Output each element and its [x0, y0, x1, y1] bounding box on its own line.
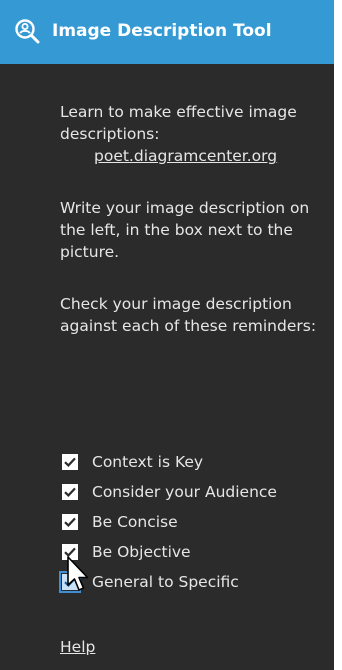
- reminder-label: General to Specific: [92, 573, 239, 591]
- check-icon: [62, 514, 78, 530]
- reminder-label: Consider your Audience: [92, 483, 277, 501]
- reminder-general-to-specific[interactable]: General to Specific: [59, 567, 324, 597]
- reminder-be-concise[interactable]: Be Concise: [62, 507, 324, 537]
- image-description-tool-panel: Image Description Tool Learn to make eff…: [0, 0, 334, 670]
- check-icon: [62, 484, 78, 500]
- instructions: Learn to make effective image descriptio…: [60, 101, 322, 337]
- reminder-label: Be Concise: [92, 513, 178, 531]
- learn-text: Learn to make effective image descriptio…: [60, 103, 297, 143]
- checkbox-be-concise[interactable]: [62, 514, 78, 530]
- check-icon: [62, 454, 78, 470]
- reminder-checklist: Context is Key Consider your Audience Be…: [59, 447, 324, 597]
- link-line: poet.diagramcenter.org: [60, 145, 322, 167]
- help-link[interactable]: Help: [60, 638, 95, 656]
- panel-title: Image Description Tool: [52, 21, 272, 41]
- checkbox-consider-your-audience[interactable]: [62, 484, 78, 500]
- reminder-consider-your-audience[interactable]: Consider your Audience: [62, 477, 324, 507]
- reminder-context-is-key[interactable]: Context is Key: [62, 447, 324, 477]
- magnifier-person-icon: [15, 19, 40, 44]
- reminder-label: Be Objective: [92, 543, 191, 561]
- check-text: Check your image description against eac…: [60, 295, 317, 335]
- write-text: Write your image description on the left…: [60, 199, 310, 261]
- reminder-be-objective[interactable]: Be Objective: [62, 537, 324, 567]
- reminder-label: Context is Key: [92, 453, 204, 471]
- panel-title-bar: Image Description Tool: [0, 0, 334, 64]
- mouse-pointer-icon: [67, 556, 89, 591]
- poet-link[interactable]: poet.diagramcenter.org: [94, 147, 277, 165]
- checkbox-context-is-key[interactable]: [62, 454, 78, 470]
